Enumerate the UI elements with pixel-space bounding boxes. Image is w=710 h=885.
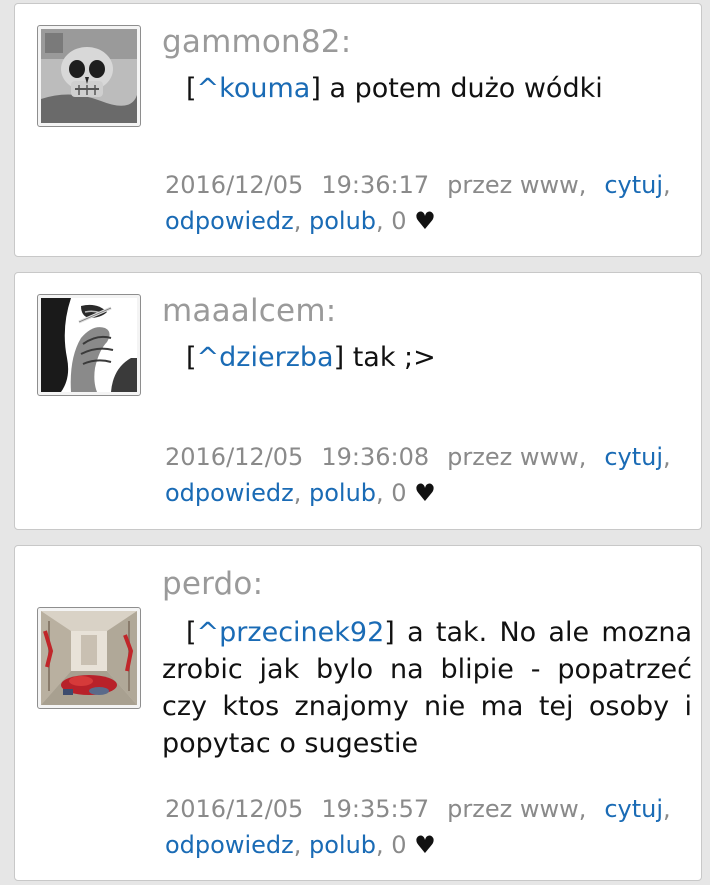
reply-bracket-close: ] <box>333 342 345 373</box>
quote-link[interactable]: cytuj <box>604 171 663 199</box>
comment-meta: 2016/12/05 19:36:08 przez www, cytuj, odpow… <box>165 443 671 507</box>
like-link[interactable]: polub <box>309 831 376 859</box>
comment-card: maaalcem: [^dzierzba] tak ;> 2016/12/05 1… <box>14 272 702 530</box>
reply-link[interactable]: odpowiedz <box>165 479 294 507</box>
corridor-avatar-icon <box>41 611 137 705</box>
comment-author[interactable]: maaalcem: <box>162 293 336 329</box>
avatar[interactable] <box>37 25 141 127</box>
reply-bracket-open: [ <box>186 73 197 104</box>
mention-link[interactable]: ^dzierzba <box>197 342 334 373</box>
smoking-hand-avatar-icon <box>41 298 137 392</box>
comment-source: przez www, <box>447 443 587 471</box>
mention-link[interactable]: ^kouma <box>197 73 311 104</box>
like-count: 0 <box>391 479 407 507</box>
quote-link[interactable]: cytuj <box>604 795 663 823</box>
reply-bracket-close: ] <box>384 617 395 648</box>
reply-bracket-open: [ <box>186 342 197 373</box>
comment-meta: 2016/12/05 19:35:57 przez www, cytuj, odpow… <box>165 795 671 859</box>
comment-body: [^przecinek92] a tak. No ale mozna zrobi… <box>162 614 692 762</box>
comment-time: 19:35:57 <box>321 795 430 823</box>
comment-author[interactable]: perdo: <box>162 566 263 602</box>
reply-bracket-close: ] <box>310 73 321 104</box>
quote-link[interactable]: cytuj <box>604 443 663 471</box>
comment-text: a potem dużo wódki <box>320 73 603 104</box>
comment-body: [^dzierzba] tak ;> <box>162 339 692 376</box>
comment-card: gammon82: [^kouma] a potem dużo wódki 20… <box>14 3 702 257</box>
comment-source: przez www, <box>447 171 587 199</box>
reply-bracket-open: [ <box>186 617 197 648</box>
avatar[interactable] <box>37 607 141 709</box>
like-link[interactable]: polub <box>309 207 376 235</box>
avatar[interactable] <box>37 294 141 396</box>
skull-avatar-icon <box>41 29 137 123</box>
heart-icon: ♥ <box>414 831 436 859</box>
like-count: 0 <box>391 831 407 859</box>
reply-link[interactable]: odpowiedz <box>165 831 294 859</box>
comment-time: 19:36:08 <box>321 443 430 471</box>
heart-icon: ♥ <box>414 207 436 235</box>
comment-meta: 2016/12/05 19:36:17 przez www, cytuj, odpow… <box>165 171 671 235</box>
comment-author[interactable]: gammon82: <box>162 24 351 60</box>
comment-date: 2016/12/05 <box>165 795 304 823</box>
comment-time: 19:36:17 <box>321 171 430 199</box>
like-link[interactable]: polub <box>309 479 376 507</box>
comment-date: 2016/12/05 <box>165 171 304 199</box>
heart-icon: ♥ <box>414 479 436 507</box>
mention-link[interactable]: ^przecinek92 <box>197 617 385 648</box>
comment-date: 2016/12/05 <box>165 443 304 471</box>
comment-card: perdo: [^przecinek92] a tak. No ale mozn… <box>14 545 702 881</box>
comment-source: przez www, <box>447 795 587 823</box>
comment-body: [^kouma] a potem dużo wódki <box>162 70 692 107</box>
comment-text: tak ;> <box>344 342 436 373</box>
like-count: 0 <box>391 207 407 235</box>
reply-link[interactable]: odpowiedz <box>165 207 294 235</box>
